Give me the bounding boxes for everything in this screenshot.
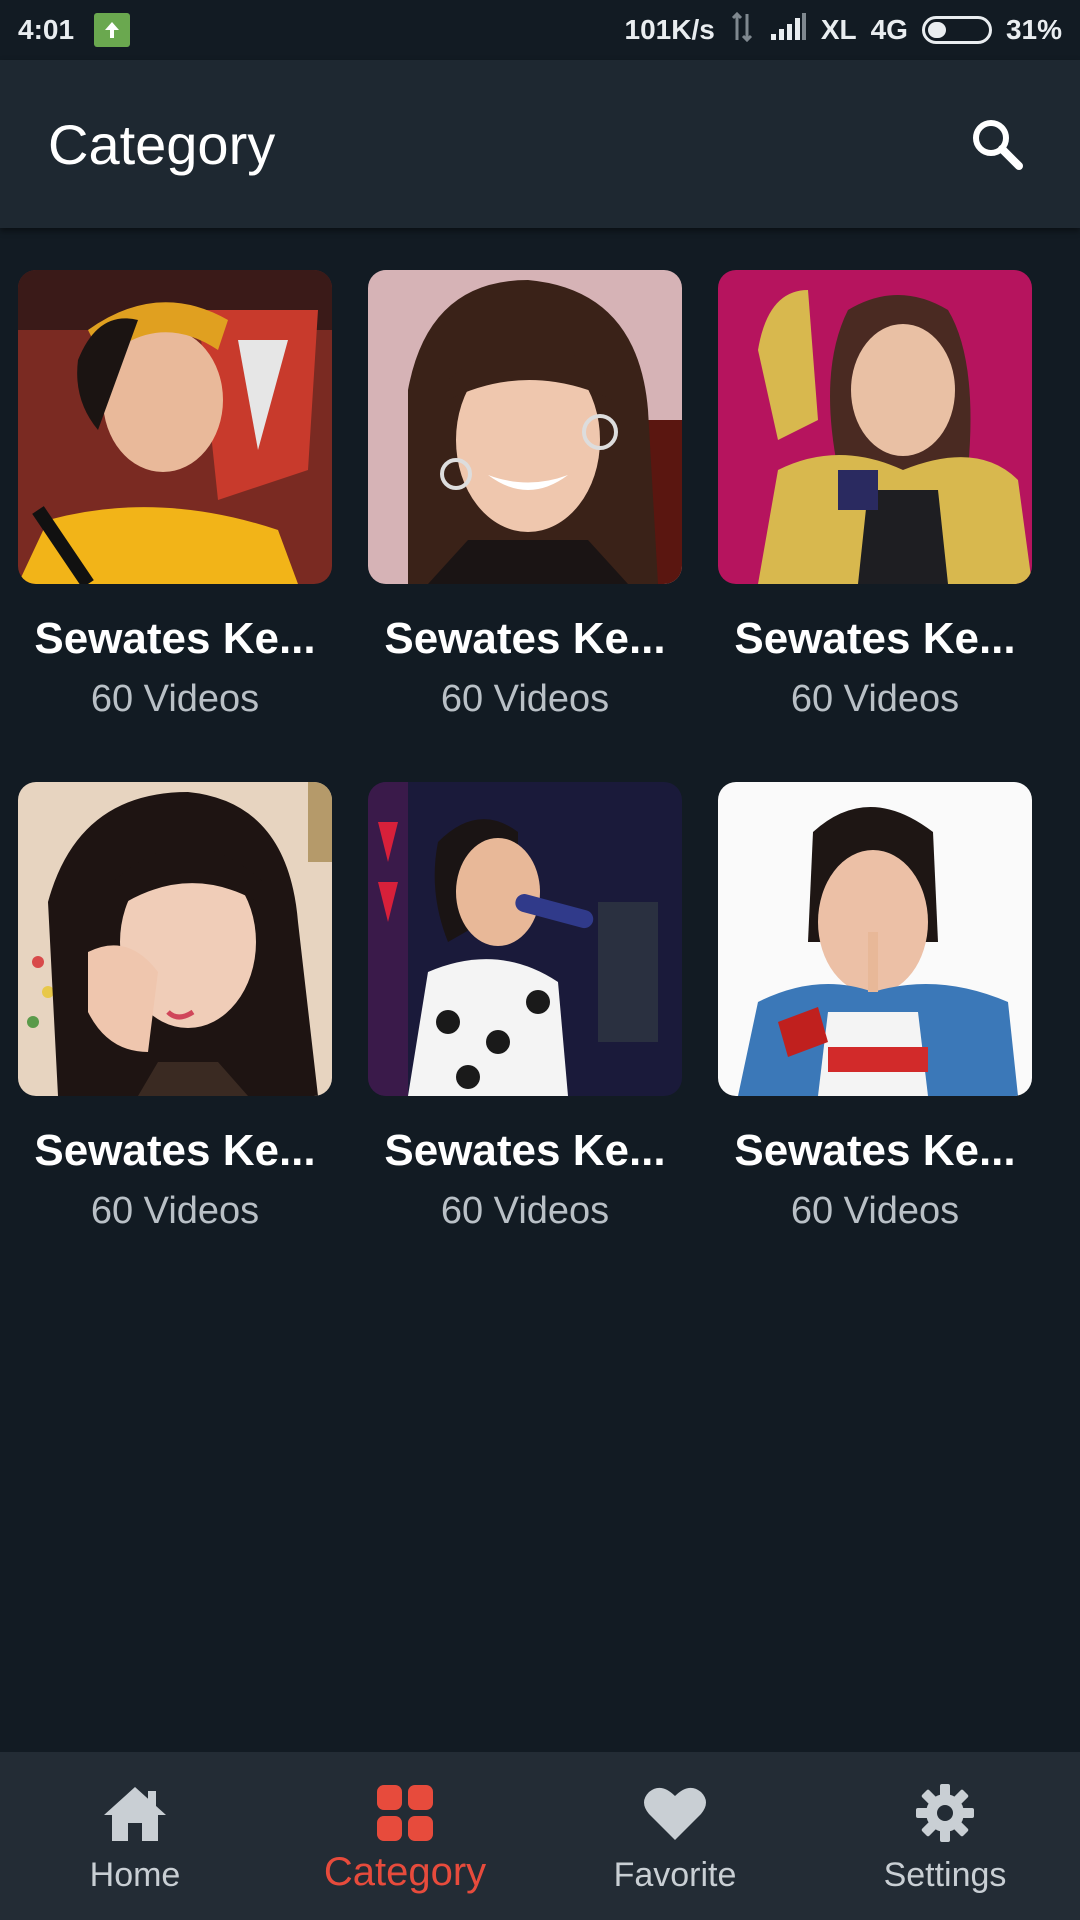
nav-item-settings[interactable]: Settings bbox=[810, 1752, 1080, 1920]
category-card[interactable]: Sewates Ke... 60 Videos bbox=[700, 782, 1050, 1294]
nav-item-home[interactable]: Home bbox=[0, 1752, 270, 1920]
gear-icon bbox=[910, 1780, 980, 1846]
nav-label: Settings bbox=[883, 1856, 1007, 1894]
category-card[interactable]: Sewates Ke... 60 Videos bbox=[0, 782, 350, 1294]
nav-label: Favorite bbox=[613, 1856, 737, 1894]
status-time: 4:01 bbox=[18, 14, 75, 45]
category-video-count: 60 Videos bbox=[90, 1190, 260, 1232]
app-bar: Category bbox=[0, 60, 1080, 228]
search-button[interactable] bbox=[962, 109, 1032, 179]
home-icon bbox=[100, 1780, 170, 1846]
status-bar: 4:01 101K/s XL 4G 31% bbox=[0, 0, 1080, 60]
category-title: Sewates Ke... bbox=[34, 1126, 316, 1175]
category-card[interactable]: Sewates Ke... 60 Videos bbox=[0, 270, 350, 782]
search-icon bbox=[973, 120, 1023, 170]
category-thumbnail bbox=[368, 782, 682, 1096]
category-grid: Sewates Ke... 60 Videos Sewates Ke... 60 bbox=[0, 270, 1080, 1294]
category-thumbnail bbox=[18, 782, 332, 1096]
grid-icon bbox=[370, 1780, 440, 1846]
nav-item-favorite[interactable]: Favorite bbox=[540, 1752, 810, 1920]
category-thumbnail bbox=[718, 782, 1032, 1096]
battery-fill bbox=[927, 22, 946, 38]
category-title: Sewates Ke... bbox=[34, 614, 316, 663]
data-transfer-icon bbox=[729, 11, 755, 49]
nav-item-category[interactable]: Category bbox=[270, 1752, 540, 1920]
category-thumbnail bbox=[18, 270, 332, 584]
network-speed: 101K/s bbox=[624, 14, 715, 45]
battery-icon bbox=[921, 16, 992, 44]
category-thumbnail bbox=[368, 270, 682, 584]
category-card[interactable]: Sewates Ke... 60 Videos bbox=[700, 270, 1050, 782]
network-type-label: 4G bbox=[870, 14, 908, 45]
category-title: Sewates Ke... bbox=[734, 614, 1016, 663]
category-title: Sewates Ke... bbox=[734, 1126, 1016, 1175]
signal-icon bbox=[769, 12, 807, 49]
nav-label: Category bbox=[323, 1850, 487, 1894]
screen: 4:01 101K/s XL 4G 31% Category Sewates K… bbox=[0, 0, 1080, 1920]
category-video-count: 60 Videos bbox=[790, 1190, 960, 1232]
page-title: Category bbox=[48, 112, 276, 176]
category-card[interactable]: Sewates Ke... 60 Videos bbox=[350, 782, 700, 1294]
carrier-label: XL bbox=[820, 14, 857, 45]
battery-percent: 31% bbox=[1005, 14, 1062, 45]
heart-icon bbox=[640, 1780, 710, 1846]
category-video-count: 60 Videos bbox=[790, 678, 960, 720]
category-card[interactable]: Sewates Ke... 60 Videos bbox=[350, 270, 700, 782]
category-video-count: 60 Videos bbox=[440, 1190, 610, 1232]
nav-label: Home bbox=[89, 1856, 181, 1894]
category-title: Sewates Ke... bbox=[384, 1126, 666, 1175]
bottom-navigation: Home Category Favorite Settings bbox=[0, 1752, 1080, 1920]
category-thumbnail bbox=[718, 270, 1032, 584]
upload-icon bbox=[94, 13, 131, 47]
category-video-count: 60 Videos bbox=[90, 678, 260, 720]
category-title: Sewates Ke... bbox=[384, 614, 666, 663]
category-video-count: 60 Videos bbox=[440, 678, 610, 720]
